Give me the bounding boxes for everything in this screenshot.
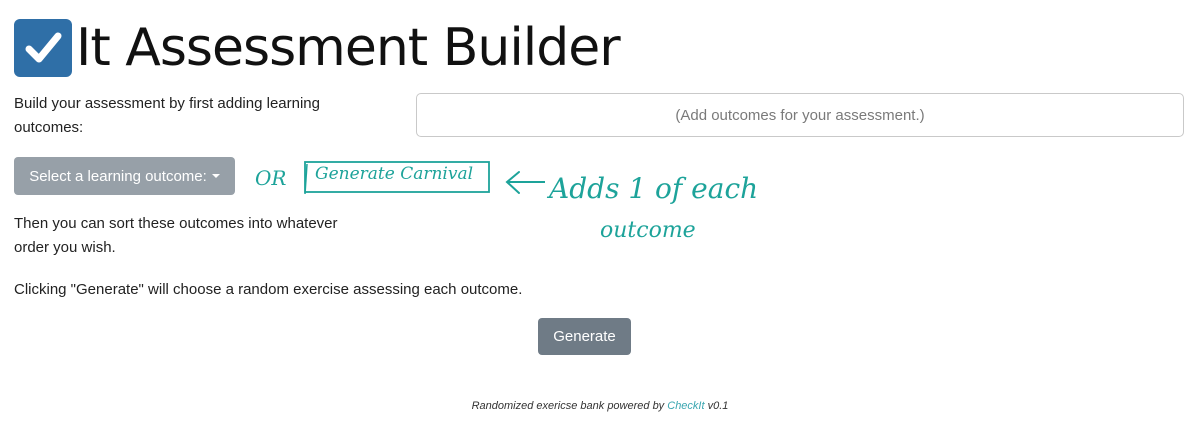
outcomes-placeholder: (Add outcomes for your assessment.) [675,106,925,124]
page-title: It Assessment Builder [14,16,621,80]
intro-text: Build your assessment by first adding le… [14,95,320,136]
select-outcome-dropdown[interactable]: Select a learning outcome: [14,157,235,195]
annotation-note-line1: Adds 1 of each [549,172,759,205]
checkit-link[interactable]: CheckIt [667,400,704,412]
annotation-note-line2: outcome [600,218,696,243]
handwritten-annotation: OR Generate Carnival Adds 1 of each outc… [245,150,785,250]
checkbox-icon [14,19,72,77]
footer-prefix: Randomized exericse bank powered by [471,400,665,412]
select-outcome-label: Select a learning outcome: [29,167,207,185]
outcomes-list[interactable]: (Add outcomes for your assessment.) [416,93,1184,137]
caret-down-icon [211,174,220,178]
footer-version: v0.1 [707,400,729,412]
page-title-text: It Assessment Builder [76,18,621,78]
generate-instructions: Clicking "Generate" will choose a random… [14,281,523,298]
generate-button[interactable]: Generate [538,318,631,355]
annotation-button-sketch: Generate Carnival [315,164,474,184]
footer: Randomized exericse bank powered by Chec… [0,400,1200,412]
annotation-or: OR [255,166,287,190]
